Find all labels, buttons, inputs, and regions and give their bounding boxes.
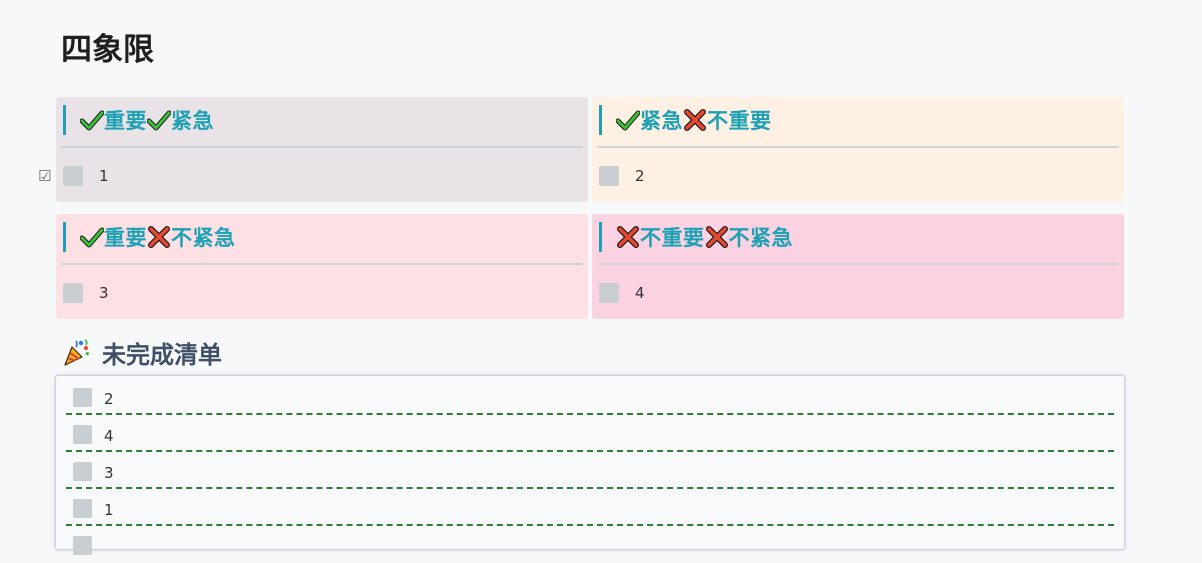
check-icon xyxy=(616,110,640,131)
task-item: 2 xyxy=(599,165,645,187)
check-icon xyxy=(80,227,104,248)
quadrant-heading-label: 不紧急 xyxy=(728,226,793,250)
task-item: 4 xyxy=(599,282,645,304)
quadrant-heading-label: 重要 xyxy=(104,226,147,250)
task-checkbox[interactable] xyxy=(73,499,92,518)
quadrant-heading-label: 不重要 xyxy=(640,226,705,250)
divider xyxy=(597,146,1119,148)
quadrant-heading: 重要 紧急 xyxy=(63,105,214,135)
task-text[interactable]: 3 xyxy=(99,284,109,302)
list-item: 2 xyxy=(66,378,1114,415)
checklist-toggle-icon[interactable]: ☑ xyxy=(38,169,52,184)
task-checkbox[interactable] xyxy=(73,536,92,555)
incomplete-list-title: 未完成清单 xyxy=(102,340,222,369)
task-item: 1 xyxy=(63,165,109,187)
incomplete-list-heading: 未完成清单 xyxy=(62,334,222,370)
task-text[interactable]: 4 xyxy=(104,427,114,445)
cross-icon xyxy=(684,109,706,131)
list-item: 4 xyxy=(66,415,1114,452)
task-checkbox[interactable] xyxy=(599,166,619,186)
quadrant-heading-label: 不重要 xyxy=(707,109,772,133)
quadrant-urgent-not-important: 紧急 不重要 2 xyxy=(592,97,1124,202)
quadrant-not-important-not-urgent: 不重要 不紧急 4 xyxy=(592,214,1124,319)
task-checkbox[interactable] xyxy=(73,425,92,444)
quadrant-heading-label: 紧急 xyxy=(171,109,214,133)
list-item: 3 xyxy=(66,452,1114,489)
quadrant-heading-label: 重要 xyxy=(104,109,147,133)
cross-icon xyxy=(617,226,639,248)
task-checkbox[interactable] xyxy=(73,462,92,481)
check-icon xyxy=(80,110,104,131)
task-text[interactable]: 3 xyxy=(104,464,114,482)
task-text[interactable]: 1 xyxy=(104,501,114,519)
list-item xyxy=(66,526,1114,563)
task-checkbox[interactable] xyxy=(73,388,92,407)
task-text[interactable]: 1 xyxy=(99,167,109,185)
list-item: 1 xyxy=(66,489,1114,526)
cross-icon xyxy=(148,226,170,248)
task-checkbox[interactable] xyxy=(63,283,83,303)
quadrant-heading-label: 不紧急 xyxy=(171,226,236,250)
task-text[interactable]: 2 xyxy=(104,390,114,408)
party-popper-icon xyxy=(64,339,90,366)
quadrant-heading: 紧急 不重要 xyxy=(599,105,772,135)
quadrant-heading: 重要 不紧急 xyxy=(63,222,236,252)
divider xyxy=(597,263,1119,265)
quadrant-important-urgent: 重要 紧急 1 xyxy=(56,97,588,202)
quadrant-heading-label: 紧急 xyxy=(640,109,683,133)
check-icon xyxy=(147,110,171,131)
divider xyxy=(61,146,583,148)
task-checkbox[interactable] xyxy=(63,166,83,186)
task-checkbox[interactable] xyxy=(599,283,619,303)
task-item: 3 xyxy=(63,282,109,304)
divider xyxy=(61,263,583,265)
incomplete-list: 2 4 3 1 xyxy=(55,375,1125,555)
quadrant-heading: 不重要 不紧急 xyxy=(599,222,793,252)
quadrant-important-not-urgent: 重要 不紧急 3 xyxy=(56,214,588,319)
task-text[interactable]: 4 xyxy=(635,284,645,302)
cross-icon xyxy=(705,226,728,248)
page-title: 四象限 xyxy=(61,32,154,68)
task-text[interactable]: 2 xyxy=(635,167,645,185)
